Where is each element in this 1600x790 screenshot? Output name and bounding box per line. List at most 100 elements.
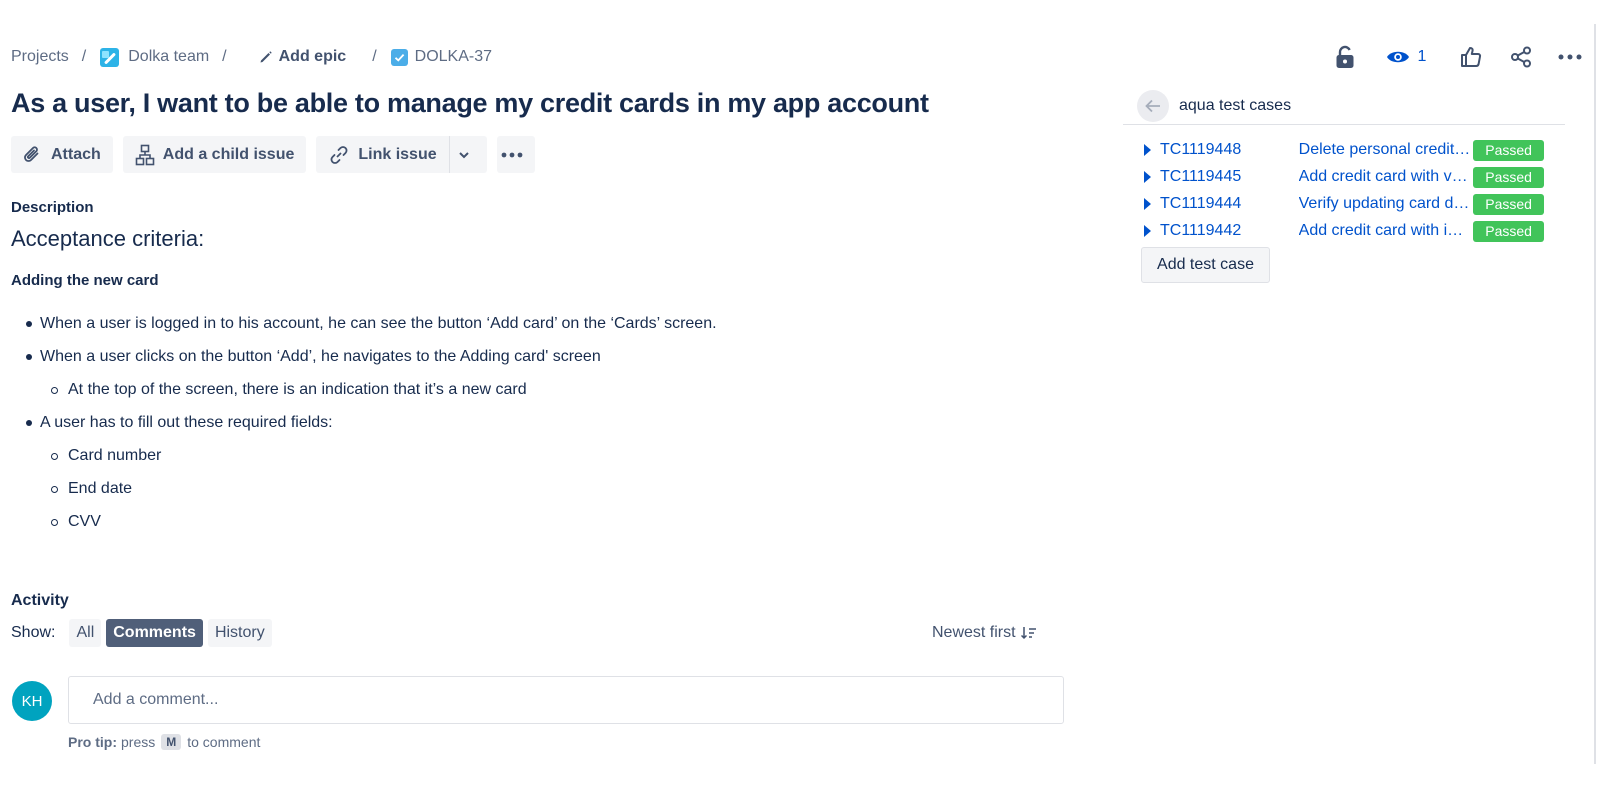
test-case-name[interactable]: Delete personal credit card <box>1299 141 1472 159</box>
test-case-id[interactable]: TC1119445 <box>1160 168 1299 186</box>
issue-title[interactable]: As a user, I want to be able to manage m… <box>11 88 929 119</box>
link-issue-dropdown[interactable] <box>448 136 487 173</box>
filter-comments[interactable]: Comments <box>106 619 203 647</box>
hierarchy-icon <box>135 144 155 165</box>
activity-filter: Show: All Comments History <box>11 619 277 647</box>
test-case-id[interactable]: TC1119442 <box>1160 222 1299 240</box>
breadcrumb-team[interactable]: Dolka team <box>100 47 210 67</box>
expand-caret-icon[interactable] <box>1144 144 1151 156</box>
pro-tip: Pro tip: press M to comment <box>68 734 260 750</box>
team-avatar-icon <box>100 47 120 67</box>
filter-history[interactable]: History <box>207 619 272 647</box>
status-badge: Passed <box>1473 139 1544 161</box>
more-icon <box>1558 54 1582 60</box>
watch-button[interactable]: 1 <box>1380 42 1432 72</box>
attach-button[interactable]: Attach <box>11 136 113 173</box>
breadcrumb-projects[interactable]: Projects <box>11 48 69 66</box>
add-test-case-button[interactable]: Add test case <box>1141 247 1270 283</box>
share-button[interactable] <box>1506 42 1536 72</box>
list-item: Card number <box>68 447 162 464</box>
filter-all[interactable]: All <box>69 619 102 647</box>
add-epic-button[interactable]: Add epic <box>259 48 347 66</box>
link-issue-label: Link issue <box>358 145 437 163</box>
list-item: CVV <box>68 513 101 530</box>
comment-input[interactable]: Add a comment... <box>68 676 1064 724</box>
issue-toolbar: Attach Add a child issue Link issue <box>11 136 545 173</box>
show-label: Show: <box>11 624 56 641</box>
expand-caret-icon[interactable] <box>1144 198 1151 210</box>
adding-card-heading: Adding the new card <box>11 272 159 289</box>
share-icon <box>1511 46 1531 68</box>
test-case-row: TC1119445 Add credit card with valid dat… <box>1144 166 1544 188</box>
list-item: When a user clicks on the button ‘Add’, … <box>40 348 601 365</box>
breadcrumb-separator: / <box>372 48 377 65</box>
issue-actions-bar: 1 <box>1310 42 1600 72</box>
bullet-circle <box>51 387 58 394</box>
pro-tip-rest: to comment <box>187 734 261 750</box>
list-item: A user has to fill out these required fi… <box>40 414 333 431</box>
eye-icon <box>1386 51 1409 63</box>
toolbar-more-button[interactable] <box>496 136 535 173</box>
bullet-dot <box>26 420 32 426</box>
add-child-issue-button[interactable]: Add a child issue <box>122 136 307 173</box>
test-case-id[interactable]: TC1119444 <box>1160 195 1299 213</box>
more-icon <box>501 152 523 157</box>
bullet-circle <box>51 486 58 493</box>
bullet-dot <box>26 354 32 360</box>
test-case-id[interactable]: TC1119448 <box>1160 141 1299 159</box>
test-case-row: TC1119442 Add credit card with invalid d… <box>1144 220 1544 242</box>
breadcrumb-separator: / <box>222 48 227 65</box>
chevron-down-icon <box>459 151 469 158</box>
link-icon <box>330 145 348 164</box>
lock-button[interactable] <box>1330 42 1360 72</box>
watch-count: 1 <box>1417 48 1427 65</box>
bullet-circle <box>51 453 58 460</box>
more-actions-button[interactable] <box>1554 42 1586 72</box>
bullet-dot <box>26 321 32 327</box>
test-cases-panel-header: aqua test cases <box>1123 88 1565 125</box>
arrow-left-icon <box>1145 99 1160 113</box>
acceptance-criteria-heading: Acceptance criteria: <box>11 226 205 251</box>
breadcrumb-separator: / <box>81 48 87 65</box>
sort-icon <box>1020 627 1036 640</box>
scrollbar-track[interactable] <box>1594 24 1596 764</box>
description-label: Description <box>11 199 94 216</box>
sort-label: Newest first <box>932 624 1016 641</box>
test-case-name[interactable]: Add credit card with valid data <box>1299 168 1472 186</box>
test-case-row: TC1119448 Delete personal credit card Pa… <box>1144 139 1544 161</box>
back-button[interactable] <box>1137 90 1169 122</box>
status-badge: Passed <box>1473 193 1544 215</box>
breadcrumb: Projects / Dolka team / Add epic / DOLKA… <box>11 46 492 68</box>
thumbs-up-icon <box>1461 47 1482 67</box>
issue-key-label: DOLKA-37 <box>414 48 493 65</box>
test-cases-panel-title: aqua test cases <box>1179 97 1292 114</box>
checkbox-story-icon <box>390 48 408 66</box>
lock-icon <box>1336 45 1354 68</box>
add-epic-label: Add epic <box>278 48 347 65</box>
like-button[interactable] <box>1456 42 1486 72</box>
list-item: End date <box>68 480 133 497</box>
status-badge: Passed <box>1473 166 1544 188</box>
avatar[interactable]: KH <box>12 681 52 721</box>
bullet-circle <box>51 519 58 526</box>
test-case-name[interactable]: Verify updating card details <box>1299 195 1472 213</box>
attach-label: Attach <box>51 145 101 163</box>
add-child-label: Add a child issue <box>162 145 295 163</box>
breadcrumb-issue-key[interactable]: DOLKA-37 <box>390 48 493 66</box>
paperclip-icon <box>24 145 39 162</box>
pro-tip-label: Pro tip: <box>68 734 117 750</box>
sort-order-button[interactable]: Newest first <box>932 621 1037 645</box>
list-item: When a user is logged in to his account,… <box>40 315 717 332</box>
expand-caret-icon[interactable] <box>1144 171 1151 183</box>
pro-tip-press: press <box>121 734 156 750</box>
link-issue-button[interactable]: Link issue <box>316 136 449 173</box>
shortcut-key: M <box>161 734 182 750</box>
test-case-row: TC1119444 Verify updating card details P… <box>1144 193 1544 215</box>
test-case-name[interactable]: Add credit card with invalid data <box>1299 222 1472 240</box>
status-badge: Passed <box>1473 220 1544 242</box>
breadcrumb-team-label: Dolka team <box>128 48 210 65</box>
pencil-icon <box>260 51 272 63</box>
expand-caret-icon[interactable] <box>1144 225 1151 237</box>
list-item: At the top of the screen, there is an in… <box>68 381 527 398</box>
activity-label: Activity <box>11 592 69 609</box>
